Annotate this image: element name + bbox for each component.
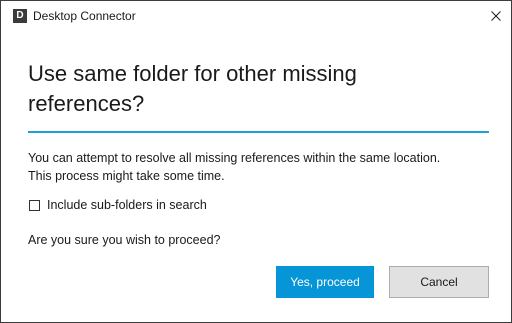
close-icon: [491, 11, 501, 21]
close-button[interactable]: [481, 1, 511, 31]
description-line-2: This process might take some time.: [28, 169, 225, 183]
include-subfolders-checkbox[interactable]: [29, 199, 40, 211]
desktop-connector-icon: D: [13, 9, 27, 23]
confirmation-question: Are you sure you wish to proceed?: [28, 233, 221, 247]
description-line-1: You can attempt to resolve all missing r…: [28, 151, 441, 165]
dialog-window: D Desktop Connector Use same folder for …: [0, 0, 512, 323]
include-subfolders-label[interactable]: Include sub-folders in search: [47, 198, 207, 212]
window-title: Desktop Connector: [33, 9, 136, 23]
title-bar: D Desktop Connector: [1, 1, 511, 32]
heading-divider: [28, 131, 489, 133]
proceed-button[interactable]: Yes, proceed: [276, 266, 374, 298]
heading-line-2: references?: [28, 91, 145, 116]
include-subfolders-option[interactable]: Include sub-folders in search: [29, 198, 207, 212]
dialog-heading: Use same folder for other missing refere…: [28, 59, 468, 119]
dialog-description: You can attempt to resolve all missing r…: [28, 149, 498, 185]
heading-line-1: Use same folder for other missing: [28, 61, 357, 86]
cancel-button[interactable]: Cancel: [389, 266, 489, 298]
